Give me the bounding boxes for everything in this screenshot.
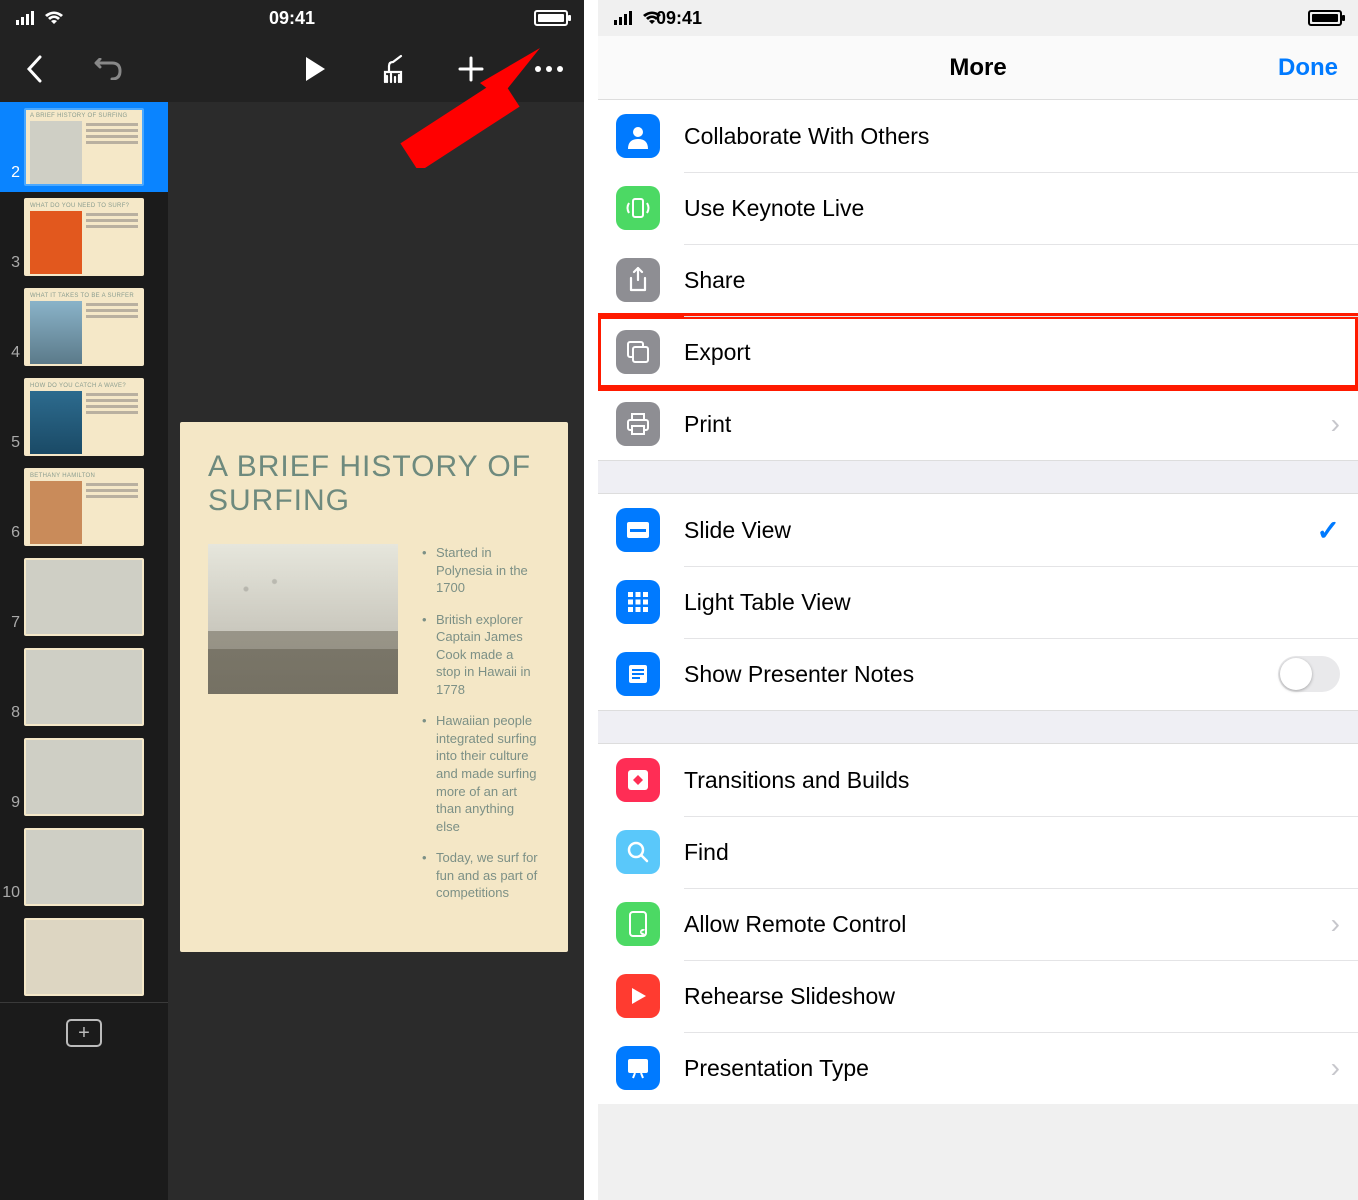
done-button[interactable]: Done — [1278, 54, 1338, 82]
menu-keynote-live[interactable]: Use Keynote Live — [598, 172, 1358, 244]
battery-icon — [1308, 10, 1342, 26]
more-menu-screen: 09:41 More Done Collaborate With Others … — [584, 0, 1358, 1200]
nav-title: More — [949, 54, 1006, 82]
thumbnail-8[interactable]: 8 — [0, 642, 168, 732]
thumbnail-partial[interactable] — [0, 912, 168, 1002]
slide-thumbnails[interactable]: 2 A BRIEF HISTORY OF SURFING 3 WHAT DO Y… — [0, 102, 168, 1200]
play-icon — [616, 974, 660, 1018]
signal-icon — [16, 11, 38, 25]
grid-icon — [616, 580, 660, 624]
menu-share[interactable]: Share — [598, 244, 1358, 316]
menu-presenter-notes[interactable]: Show Presenter Notes — [598, 638, 1358, 710]
more-button[interactable] — [532, 52, 566, 86]
broadcast-icon — [616, 186, 660, 230]
editor-toolbar — [0, 36, 584, 102]
play-button[interactable] — [298, 52, 332, 86]
thumbnail-4[interactable]: 4 WHAT IT TAKES TO BE A SURFER — [0, 282, 168, 372]
export-icon — [616, 330, 660, 374]
wifi-icon — [44, 11, 64, 25]
battery-icon — [534, 10, 568, 26]
menu-export[interactable]: Export — [598, 316, 1358, 388]
thumbnail-3[interactable]: 3 WHAT DO YOU NEED TO SURF? — [0, 192, 168, 282]
menu-light-table[interactable]: Light Table View — [598, 566, 1358, 638]
thumbnail-10[interactable]: 10 — [0, 822, 168, 912]
presenter-notes-toggle[interactable] — [1278, 656, 1340, 692]
checkmark-icon: ✓ — [1317, 514, 1340, 547]
transitions-icon — [616, 758, 660, 802]
menu-remote[interactable]: Allow Remote Control › — [598, 888, 1358, 960]
print-icon — [616, 402, 660, 446]
remote-icon — [616, 902, 660, 946]
menu-print[interactable]: Print › — [598, 388, 1358, 460]
add-slide-button[interactable]: + — [66, 1019, 102, 1047]
add-slide-footer: + — [0, 1002, 168, 1062]
slide-canvas[interactable]: A BRIEF HISTORY OF SURFING Started in Po… — [168, 102, 584, 1200]
nav-bar: More Done — [598, 36, 1358, 100]
share-icon — [616, 258, 660, 302]
search-icon — [616, 830, 660, 874]
menu-collaborate[interactable]: Collaborate With Others — [598, 100, 1358, 172]
status-bar: 09:41 — [598, 0, 1358, 36]
slide-bullets: Started in Polynesia in the 1700 British… — [422, 544, 540, 916]
menu-rehearse[interactable]: Rehearse Slideshow — [598, 960, 1358, 1032]
slide-view-icon — [616, 508, 660, 552]
slide-title: A BRIEF HISTORY OF SURFING — [208, 450, 540, 518]
editor-body: 2 A BRIEF HISTORY OF SURFING 3 WHAT DO Y… — [0, 102, 584, 1200]
add-button[interactable] — [454, 52, 488, 86]
format-brush-button[interactable] — [376, 52, 410, 86]
person-icon — [616, 114, 660, 158]
back-button[interactable] — [18, 52, 52, 86]
thumbnail-5[interactable]: 5 HOW DO YOU CATCH A WAVE? — [0, 372, 168, 462]
notes-icon — [616, 652, 660, 696]
menu-transitions[interactable]: Transitions and Builds — [598, 744, 1358, 816]
undo-button[interactable] — [92, 52, 126, 86]
more-menu[interactable]: Collaborate With Others Use Keynote Live… — [598, 100, 1358, 1200]
thumbnail-6[interactable]: 6 BETHANY HAMILTON — [0, 462, 168, 552]
keynote-editor-screen: 09:41 — [0, 0, 584, 1200]
chevron-right-icon: › — [1331, 908, 1340, 940]
menu-find[interactable]: Find — [598, 816, 1358, 888]
current-slide[interactable]: A BRIEF HISTORY OF SURFING Started in Po… — [180, 422, 568, 952]
menu-presentation-type[interactable]: Presentation Type › — [598, 1032, 1358, 1104]
thumbnail-9[interactable]: 9 — [0, 732, 168, 822]
menu-slide-view[interactable]: Slide View ✓ — [598, 494, 1358, 566]
signal-icon — [614, 11, 636, 25]
status-time: 09:41 — [0, 8, 1358, 29]
chevron-right-icon: › — [1331, 1052, 1340, 1084]
wifi-icon — [642, 11, 662, 25]
thumbnail-7[interactable]: 7 — [0, 552, 168, 642]
chevron-right-icon: › — [1331, 408, 1340, 440]
thumbnail-2[interactable]: 2 A BRIEF HISTORY OF SURFING — [0, 102, 168, 192]
slide-image — [208, 544, 398, 694]
presentation-icon — [616, 1046, 660, 1090]
